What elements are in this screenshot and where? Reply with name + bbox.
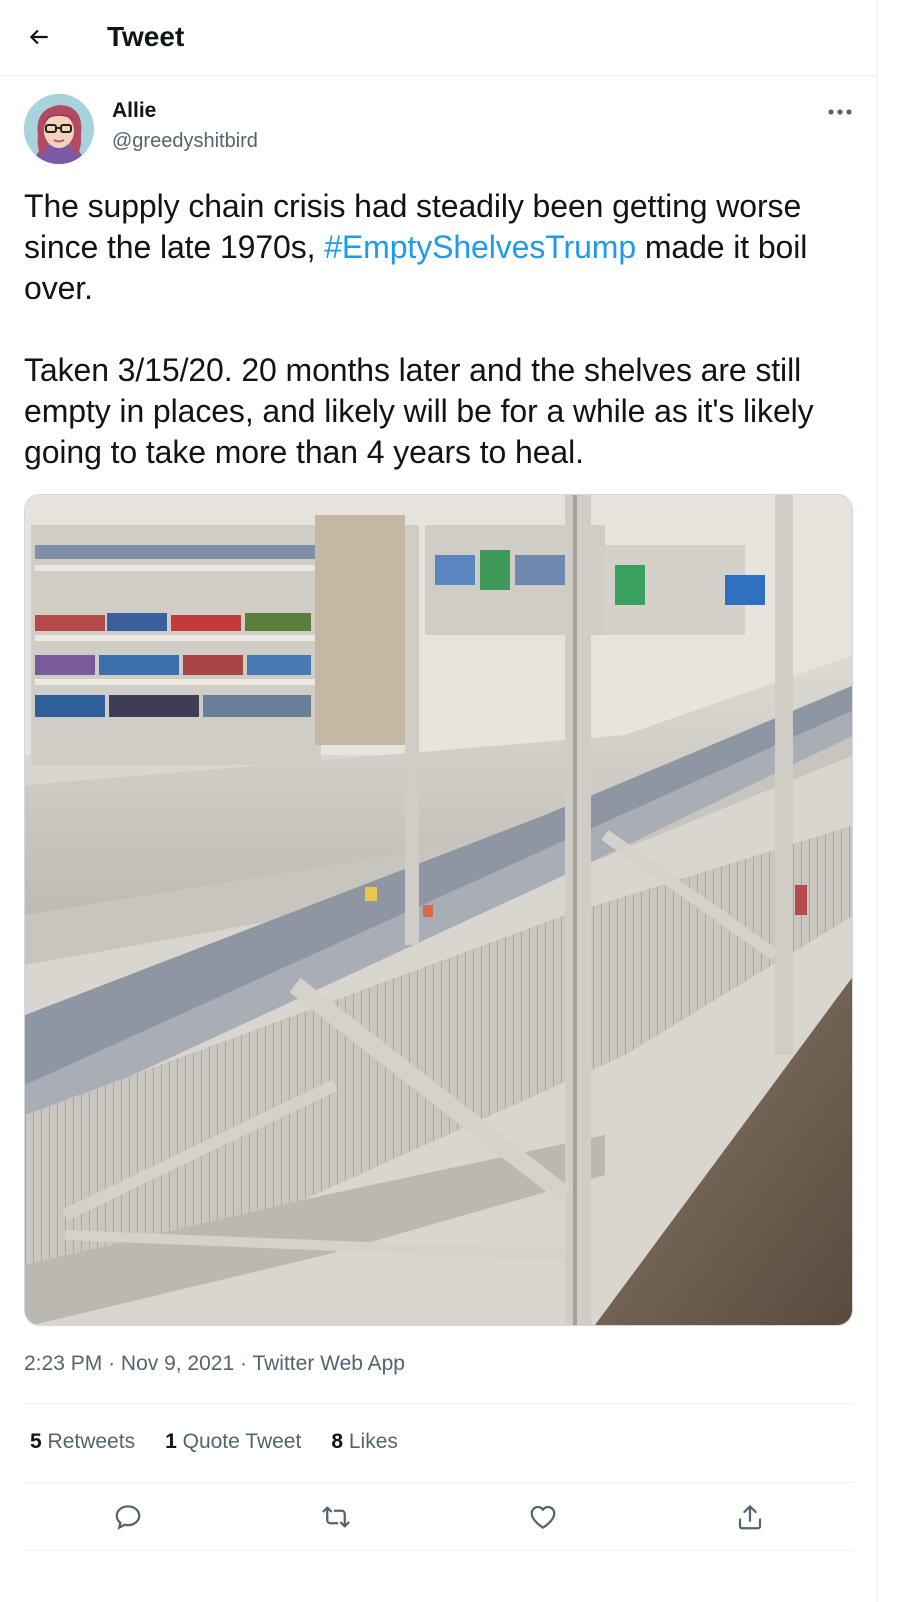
hashtag-link[interactable]: #EmptyShelvesTrump	[324, 229, 636, 265]
retweets-count: 5	[30, 1430, 42, 1453]
quote-tweets-count: 1	[165, 1430, 177, 1453]
divider	[24, 1482, 854, 1483]
tweet-actions-bar	[24, 1486, 854, 1548]
retweets-label: Retweets	[47, 1430, 136, 1453]
empty-shelves-photo	[25, 495, 852, 1325]
arrow-left-icon	[29, 29, 48, 45]
author-handle[interactable]: @greedyshitbird	[112, 128, 258, 154]
tweet-time[interactable]: 2:23 PM	[24, 1352, 102, 1375]
tweet-date[interactable]: Nov 9, 2021	[121, 1352, 234, 1375]
tweet-column: Tweet Allie @greedyshitbird The supply c…	[0, 0, 878, 1602]
retweet-icon	[322, 1506, 350, 1528]
back-button[interactable]	[20, 18, 58, 56]
tweet-meta: 2:23 PM · Nov 9, 2021 · Twitter Web App	[24, 1348, 405, 1380]
more-options-button[interactable]	[818, 96, 862, 128]
heart-icon	[530, 1505, 556, 1529]
engagement-stats: 5 Retweets 1 Quote Tweet 8 Likes	[30, 1426, 398, 1458]
likes-count: 8	[331, 1430, 343, 1453]
quote-tweets-label: Quote Tweet	[182, 1430, 302, 1453]
more-horizontal-icon	[828, 109, 852, 115]
author-name[interactable]: Allie	[112, 98, 156, 124]
share-button[interactable]	[728, 1495, 772, 1539]
tweet-paragraph-2: Taken 3/15/20. 20 months later and the s…	[24, 352, 814, 470]
share-icon	[738, 1505, 762, 1530]
tweet-source[interactable]: Twitter Web App	[252, 1352, 405, 1375]
like-button[interactable]	[521, 1495, 565, 1539]
meta-separator: ·	[240, 1352, 247, 1375]
reply-icon	[115, 1505, 141, 1530]
retweet-button[interactable]	[314, 1495, 358, 1539]
tweet-paragraph-1: The supply chain crisis had steadily bee…	[24, 186, 860, 309]
divider	[24, 1403, 854, 1404]
tweet-text: The supply chain crisis had steadily bee…	[24, 186, 860, 473]
top-bar: Tweet	[0, 0, 878, 76]
retweets-stat[interactable]: 5 Retweets	[30, 1426, 135, 1458]
page-title: Tweet	[107, 21, 185, 52]
divider	[24, 1550, 854, 1551]
quote-tweets-stat[interactable]: 1 Quote Tweet	[165, 1426, 301, 1458]
cartoon-avatar-icon	[24, 94, 94, 164]
reply-button[interactable]	[106, 1495, 150, 1539]
avatar[interactable]	[24, 94, 94, 164]
likes-stat[interactable]: 8 Likes	[331, 1426, 398, 1458]
tweet-photo[interactable]	[24, 494, 853, 1326]
meta-separator: ·	[108, 1352, 116, 1375]
likes-label: Likes	[348, 1430, 398, 1453]
